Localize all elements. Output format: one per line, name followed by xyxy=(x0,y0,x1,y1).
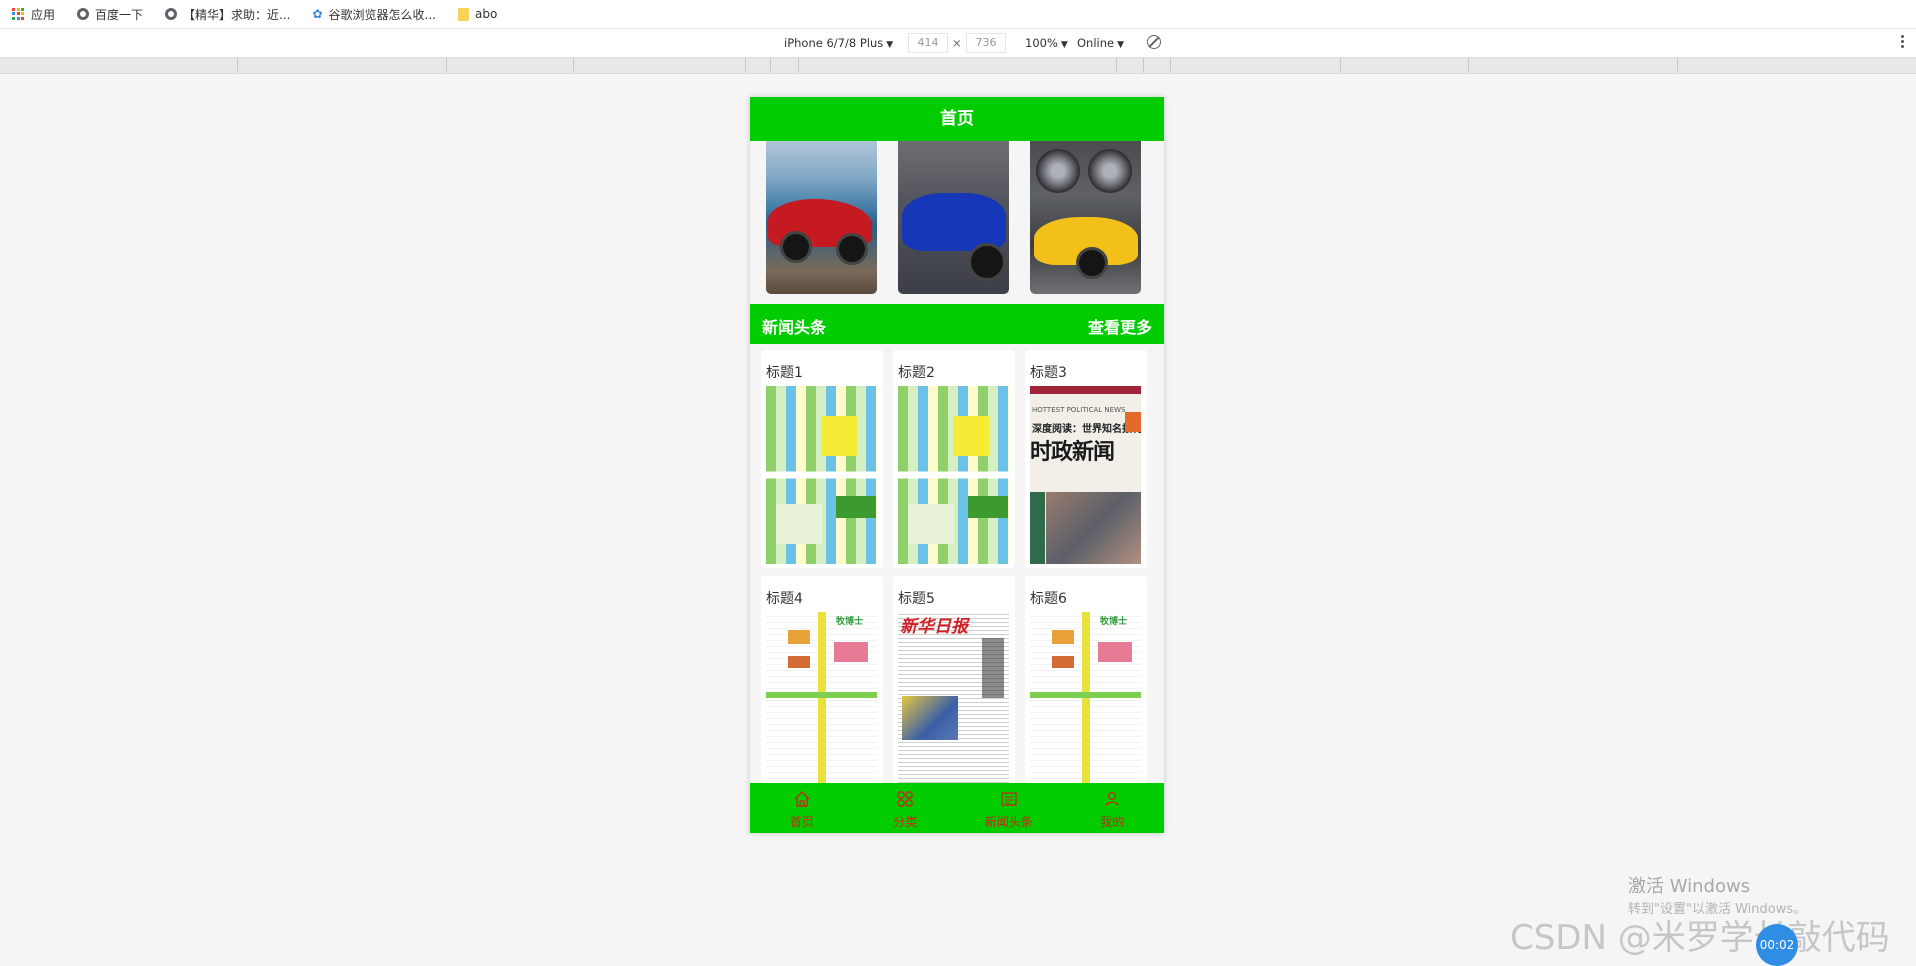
bookmark-label: 谷歌浏览器怎么收... xyxy=(328,7,436,22)
bookmark-help[interactable]: 【精华】求助：近... xyxy=(165,6,290,23)
news-card[interactable]: 标题3 HOTTEST POLITICAL NEWS 深度阅读：世界知名报刊 时… xyxy=(1025,350,1147,568)
more-options-icon[interactable] xyxy=(1901,35,1904,50)
news-thumb-masthead: 新华日报 xyxy=(900,617,968,637)
globe-icon xyxy=(77,8,90,20)
tab-label: 我的 xyxy=(1100,815,1125,829)
apps-grid-icon xyxy=(12,7,25,21)
news-card-title: 标题3 xyxy=(1030,365,1067,381)
globe-icon xyxy=(165,8,178,20)
tab-label: 新闻头条 xyxy=(984,815,1033,829)
bookmark-apps[interactable]: 应用 xyxy=(12,6,55,23)
news-thumb-brand: 牧博士 xyxy=(836,617,864,627)
news-card-title: 标题4 xyxy=(766,591,803,607)
bookmark-abo[interactable]: abo xyxy=(458,7,497,21)
news-card-title: 标题6 xyxy=(1030,591,1067,607)
baidu-paw-icon: ✿ xyxy=(312,6,323,21)
tab-mine[interactable]: 我的 xyxy=(1061,783,1165,833)
recording-timer: 00:02 xyxy=(1756,924,1798,966)
news-card-image: HOTTEST POLITICAL NEWS 深度阅读：世界知名报刊 时政新闻 xyxy=(1030,386,1141,564)
zoom-value: 100% xyxy=(1025,36,1058,50)
bookmark-baidu[interactable]: 百度一下 xyxy=(77,6,143,23)
device-name: iPhone 6/7/8 Plus xyxy=(784,36,884,50)
rotate-icon[interactable] xyxy=(1147,35,1161,49)
news-card[interactable]: 标题5 新华日报 xyxy=(893,576,1015,794)
tab-news[interactable]: 新闻头条 xyxy=(957,783,1061,833)
carousel-image-blue-car[interactable] xyxy=(898,141,1009,294)
bookmark-label: abo xyxy=(475,7,498,21)
news-thumb-headline: 时政新闻 xyxy=(1030,440,1115,465)
news-card-image: 新华日报 xyxy=(898,612,1009,790)
news-card-image xyxy=(766,386,877,564)
csdn-watermark: CSDN @米罗学长敲代码 xyxy=(1510,918,1890,958)
carousel-image-yellow-car[interactable] xyxy=(1030,141,1141,294)
news-card[interactable]: 标题4 牧博士 xyxy=(761,576,883,794)
media-query-ruler[interactable] xyxy=(0,58,1916,74)
network-select[interactable]: Online ▼ xyxy=(1077,36,1124,50)
bookmark-label: 应用 xyxy=(31,7,56,22)
news-card[interactable]: 标题1 xyxy=(761,350,883,568)
home-icon xyxy=(794,791,810,807)
device-select[interactable]: iPhone 6/7/8 Plus ▼ xyxy=(784,36,893,50)
chevron-down-icon: ▼ xyxy=(1060,40,1068,50)
news-card-title: 标题1 xyxy=(766,365,803,381)
folder-icon xyxy=(458,7,469,21)
windows-activation-title: 激活 Windows xyxy=(1628,876,1751,897)
image-carousel[interactable] xyxy=(750,141,1164,294)
bookmark-label: 【精华】求助：近... xyxy=(183,7,291,22)
chevron-down-icon: ▼ xyxy=(1117,40,1125,50)
news-card-image xyxy=(898,386,1009,564)
news-card-image: 牧博士 xyxy=(766,612,877,790)
zoom-select[interactable]: 100% ▼ xyxy=(1025,36,1068,50)
bookmarks-bar: 应用 百度一下 【精华】求助：近... ✿ 谷歌浏览器怎么收... abo xyxy=(0,0,1916,29)
news-thumb-header: HOTTEST POLITICAL NEWS xyxy=(1032,406,1126,414)
carousel-image-red-car[interactable] xyxy=(766,141,877,294)
news-card-title: 标题5 xyxy=(898,591,935,607)
height-input[interactable]: 736 xyxy=(966,33,1006,53)
phone-viewport: 首页 新闻头条 查看更多 标题1 标题2 标题3 HOTTEST POLITIC… xyxy=(750,97,1164,833)
news-card[interactable]: 标题6 牧博士 xyxy=(1025,576,1147,794)
bookmark-chrome[interactable]: ✿ 谷歌浏览器怎么收... xyxy=(312,6,436,23)
tab-home[interactable]: 首页 xyxy=(750,783,854,833)
device-toolbar: iPhone 6/7/8 Plus ▼ 414 × 736 100% ▼ Onlin… xyxy=(0,29,1916,58)
chevron-down-icon: ▼ xyxy=(886,40,894,50)
news-thumb-brand: 牧博士 xyxy=(1100,617,1128,627)
dimension-separator: × xyxy=(952,36,962,50)
user-icon xyxy=(1105,791,1119,807)
news-card-image: 牧博士 xyxy=(1030,612,1141,790)
news-card-title: 标题2 xyxy=(898,365,935,381)
bottom-tab-bar: 首页 分类 新闻头条 我的 xyxy=(750,783,1164,833)
tab-category[interactable]: 分类 xyxy=(854,783,958,833)
category-icon xyxy=(897,791,914,807)
network-value: Online xyxy=(1077,36,1115,50)
width-input[interactable]: 414 xyxy=(908,33,948,53)
news-card[interactable]: 标题2 xyxy=(893,350,1015,568)
page-title: 首页 xyxy=(750,97,1164,141)
bookmark-label: 百度一下 xyxy=(95,7,144,22)
view-more-link[interactable]: 查看更多 xyxy=(1088,314,1152,338)
tab-label: 分类 xyxy=(893,815,918,829)
tab-label: 首页 xyxy=(789,815,814,829)
news-icon xyxy=(1001,792,1017,806)
news-section-header: 新闻头条 查看更多 xyxy=(750,304,1164,344)
section-title: 新闻头条 xyxy=(762,318,827,337)
